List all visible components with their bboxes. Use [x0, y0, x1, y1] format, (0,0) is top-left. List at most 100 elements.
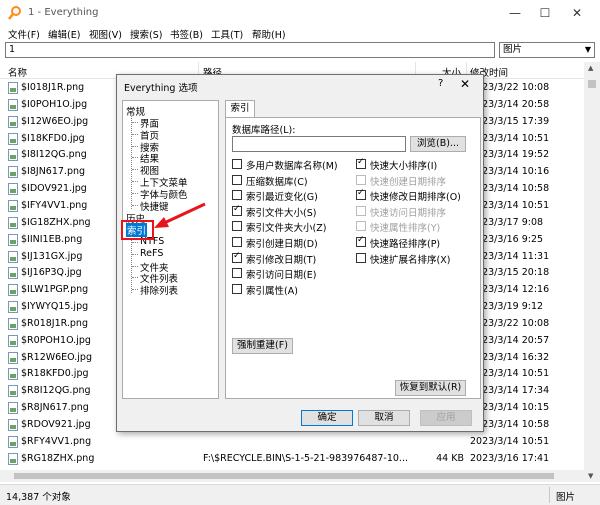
option-checkbox[interactable] — [356, 157, 366, 169]
menu-help[interactable]: 帮助(H) — [252, 27, 286, 41]
option-label[interactable]: 索引文件大小(S) — [246, 205, 316, 219]
file-size: 44 KB — [436, 452, 464, 464]
option-checkbox — [356, 221, 366, 232]
tree-connector — [132, 242, 138, 243]
status-filter: 图片 — [556, 492, 576, 503]
tree-connector — [132, 253, 138, 255]
menu-bookmarks[interactable]: 书签(B) — [170, 27, 203, 41]
title-bar: 1 - Everything — ☐ ✕ — [0, 0, 600, 26]
option-checkbox[interactable] — [356, 235, 366, 247]
image-file-icon — [8, 301, 18, 314]
option-label[interactable]: 索引访问日期(E) — [246, 267, 316, 281]
status-bar: 14,387 个对象 图片 — [0, 484, 600, 505]
menu-tools[interactable]: 工具(T) — [211, 27, 243, 41]
menu-bar: 文件(F) 编辑(E) 视图(V) 搜索(S) 书签(B) 工具(T) 帮助(H… — [0, 24, 600, 42]
cancel-button[interactable]: 取消 — [358, 410, 410, 426]
file-name: $R18KFD0.jpg — [21, 368, 89, 380]
file-name: $I0POH1O.jpg — [21, 98, 88, 110]
image-file-icon — [8, 82, 18, 94]
help-icon[interactable]: ? — [438, 78, 443, 89]
tree-item-index-child[interactable]: ReFS — [140, 248, 163, 259]
tree-connector — [131, 236, 132, 293]
db-path-input[interactable] — [232, 136, 406, 152]
file-name: $IJ16P3Q.jpg — [21, 267, 82, 279]
image-file-icon — [8, 98, 18, 111]
file-name: $R8I12QG.png — [21, 385, 91, 397]
file-path: F:\$RECYCLE.BIN\S-1-5-21-983976487-10... — [203, 452, 408, 464]
scroll-down-icon[interactable]: ▼ — [588, 472, 593, 480]
option-label[interactable]: 压缩数据库(C) — [246, 174, 308, 188]
option-checkbox[interactable] — [356, 188, 366, 201]
file-name: $IYWYQ15.jpg — [21, 301, 89, 313]
option-checkbox[interactable] — [232, 237, 242, 247]
option-label[interactable]: 快速修改日期排序(O) — [370, 189, 461, 203]
scroll-thumb[interactable] — [14, 473, 554, 479]
window-title: 1 - Everything — [28, 7, 99, 18]
image-file-icon — [8, 435, 18, 448]
file-row[interactable]: $RG18ZHX.png F:\$RECYCLE.BIN\S-1-5-21-983… — [0, 451, 584, 468]
option-label: 快速创建日期排序 — [370, 176, 447, 188]
menu-edit[interactable]: 编辑(E) — [48, 27, 80, 41]
option-label[interactable]: 索引创建日期(D) — [246, 236, 318, 250]
option-checkbox[interactable] — [232, 204, 242, 216]
option-checkbox — [356, 174, 366, 185]
file-name: $IFY4VV1.png — [21, 199, 88, 211]
dialog-close-icon[interactable]: ✕ — [460, 77, 470, 91]
file-name: $R018J1R.png — [21, 317, 88, 329]
maximize-button[interactable]: ☐ — [530, 3, 560, 23]
horizontal-scrollbar[interactable] — [0, 470, 584, 482]
option-checkbox[interactable] — [232, 283, 242, 294]
image-file-icon — [8, 132, 18, 145]
tree-item-index-child[interactable]: 排除列表 — [140, 283, 178, 297]
restore-defaults-button[interactable]: 恢复到默认(R) — [395, 380, 466, 396]
minimize-button[interactable]: — — [500, 3, 530, 23]
option-label[interactable]: 索引属性(A) — [246, 283, 298, 297]
scroll-up-icon[interactable]: ▲ — [588, 64, 593, 72]
option-checkbox[interactable] — [232, 221, 242, 232]
annotation-arrow-icon — [154, 202, 206, 228]
option-checkbox[interactable] — [232, 268, 242, 279]
image-file-icon — [8, 183, 18, 196]
image-file-icon — [8, 419, 18, 431]
search-row: 1 图片 ▼ — [0, 42, 600, 60]
search-input[interactable]: 1 — [5, 42, 495, 58]
column-header-name[interactable]: 名称 — [8, 65, 27, 79]
close-button[interactable]: ✕ — [562, 3, 592, 23]
image-file-icon — [8, 351, 18, 364]
option-label[interactable]: 快速大小排序(I) — [370, 158, 437, 172]
menu-search[interactable]: 搜索(S) — [130, 27, 162, 41]
option-label[interactable]: 快速扩展名排序(X) — [370, 252, 450, 266]
filter-value: 图片 — [503, 44, 523, 55]
option-label[interactable]: 索引最近变化(G) — [246, 189, 318, 203]
tree-connector — [132, 204, 138, 206]
tab-index[interactable]: 索引 — [225, 100, 255, 117]
option-checkbox[interactable] — [232, 251, 242, 263]
option-checkbox[interactable] — [356, 252, 366, 263]
option-checkbox[interactable] — [232, 174, 242, 185]
image-file-icon — [8, 115, 18, 128]
image-file-icon — [8, 216, 18, 229]
menu-view[interactable]: 视图(V) — [89, 27, 122, 41]
option-label[interactable]: 索引文件夹大小(Z) — [246, 220, 326, 234]
force-rebuild-button[interactable]: 强制重建(F) — [232, 338, 293, 354]
file-name: $ILW1PGP.png — [21, 284, 89, 296]
scroll-thumb[interactable] — [588, 80, 596, 88]
option-label[interactable]: 索引修改日期(T) — [246, 252, 316, 266]
tree-connector — [132, 277, 138, 279]
vertical-scrollbar[interactable]: ▲ ▼ — [584, 62, 600, 482]
tree-connector — [132, 265, 138, 267]
file-row[interactable]: $RFY4VV1.png 2023/3/14 10:51 — [0, 434, 584, 451]
file-name: $RFY4VV1.png — [21, 435, 92, 447]
filter-dropdown[interactable]: 图片 ▼ — [499, 42, 595, 58]
options-dialog: Everything 选项 ? ✕ 常规 界面 首页 搜索 结果 视图 上下文菜单 字体与颜… — [116, 74, 484, 432]
option-checkbox[interactable] — [232, 159, 242, 169]
option-label[interactable]: 快速路径排序(P) — [370, 236, 440, 250]
browse-button[interactable]: 浏览(B)... — [410, 136, 466, 152]
file-name: $I018J1R.png — [21, 82, 85, 93]
file-name: $I8JN617.png — [21, 166, 86, 178]
option-label[interactable]: 多用户数据库名称(M) — [246, 158, 338, 172]
ok-button[interactable]: 确定 — [301, 410, 353, 426]
image-file-icon — [8, 317, 18, 330]
menu-file[interactable]: 文件(F) — [8, 27, 40, 41]
option-checkbox[interactable] — [232, 190, 242, 201]
